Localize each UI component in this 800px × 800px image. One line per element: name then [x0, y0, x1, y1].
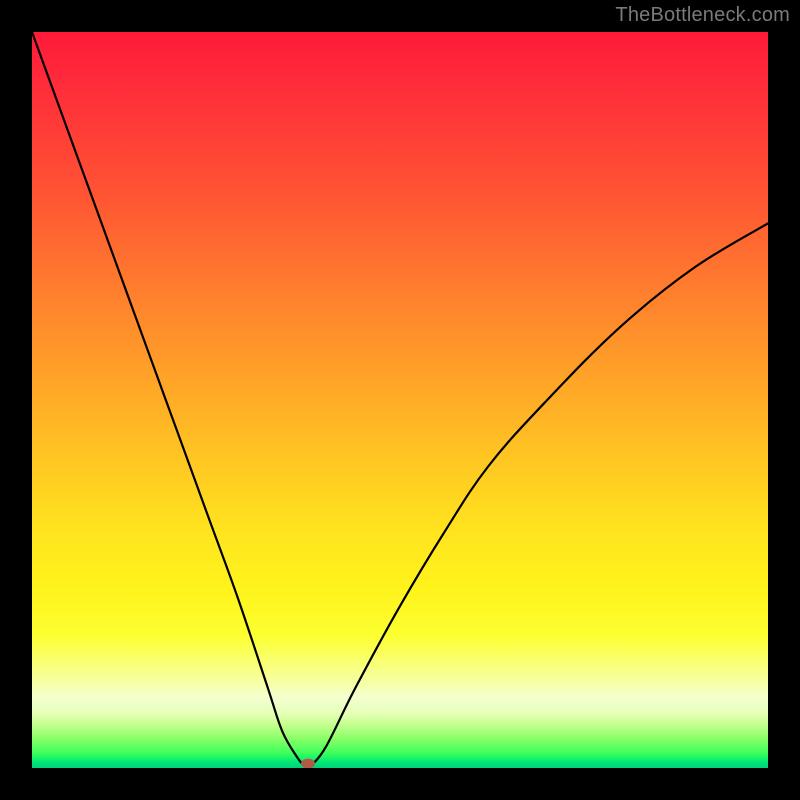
- watermark-text: TheBottleneck.com: [615, 4, 790, 27]
- bottleneck-curve: [32, 32, 768, 768]
- chart-frame: TheBottleneck.com: [0, 0, 800, 800]
- chart-plot-area: [32, 32, 768, 768]
- optimal-point-marker: [301, 759, 315, 768]
